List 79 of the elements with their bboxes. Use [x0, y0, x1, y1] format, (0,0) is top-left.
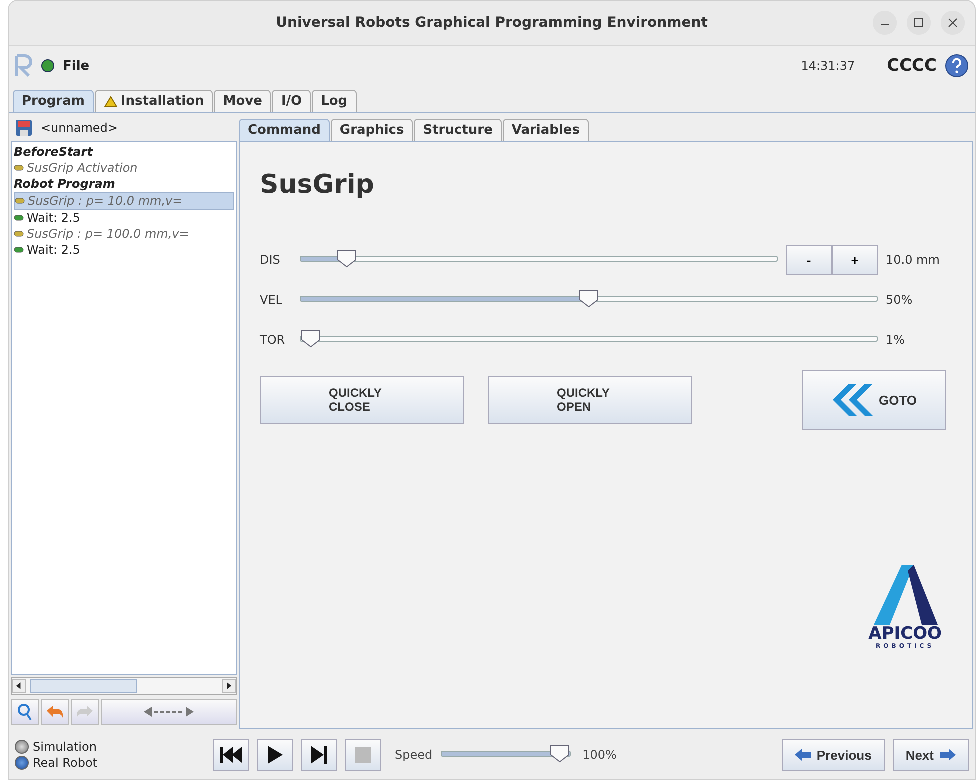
- slider-label: DIS: [260, 253, 282, 267]
- window-title: Universal Robots Graphical Programming Environment: [276, 15, 708, 31]
- node-icon: [15, 198, 25, 204]
- robot-name: CCCC: [887, 56, 937, 76]
- stop-icon: [355, 747, 371, 763]
- slider-value: 1%: [886, 333, 906, 347]
- tab[interactable]: I/O: [272, 90, 312, 112]
- right-arrow-icon: [940, 749, 956, 761]
- status-icon: [41, 59, 55, 73]
- tree-item[interactable]: SusGrip Activation: [14, 160, 234, 176]
- slider-value: 10.0 mm: [886, 253, 941, 267]
- tab[interactable]: Graphics: [330, 119, 414, 141]
- move-button[interactable]: [101, 699, 237, 725]
- double-arrow-icon: [144, 706, 194, 718]
- step-forward-icon: [310, 746, 328, 764]
- help-icon[interactable]: [945, 54, 969, 78]
- rewind-icon: [218, 747, 244, 763]
- mode-option[interactable]: Real Robot: [15, 756, 205, 770]
- tab[interactable]: Command: [239, 119, 330, 141]
- save-icon[interactable]: [15, 119, 33, 137]
- step-button[interactable]: +: [832, 245, 878, 275]
- warning-icon: [104, 96, 118, 108]
- tree-item[interactable]: SusGrip : p= 100.0 mm,v=: [14, 226, 234, 242]
- search-icon: [17, 703, 33, 721]
- node-icon: [14, 247, 24, 253]
- tree-item[interactable]: Robot Program: [14, 176, 234, 192]
- goto-button[interactable]: GOTO: [802, 370, 946, 430]
- step-button[interactable]: -: [786, 245, 832, 275]
- next-button[interactable]: Next: [892, 739, 969, 771]
- slider-thumb[interactable]: [300, 330, 322, 348]
- left-arrow-icon: [794, 749, 811, 761]
- gripper-button[interactable]: QUICKLY OPEN: [488, 376, 692, 424]
- node-icon: [14, 231, 24, 237]
- previous-button[interactable]: Previous: [782, 739, 885, 771]
- play-button[interactable]: [257, 739, 293, 771]
- slider[interactable]: [300, 330, 878, 350]
- slider-thumb[interactable]: [578, 290, 600, 308]
- slider[interactable]: [300, 290, 878, 310]
- play-icon: [267, 746, 283, 764]
- mode-option[interactable]: Simulation: [15, 740, 205, 754]
- speed-slider[interactable]: [440, 745, 571, 765]
- program-name: <unnamed>: [41, 121, 118, 135]
- tab[interactable]: Program: [13, 90, 94, 112]
- chevron-icon: [830, 382, 875, 418]
- slider-thumb[interactable]: [336, 250, 358, 268]
- speed-value: 100%: [582, 748, 617, 762]
- clock: 14:31:37: [801, 59, 856, 73]
- slider-fill: [301, 257, 340, 261]
- node-icon: [14, 215, 24, 221]
- redo-icon: [76, 705, 94, 719]
- tab[interactable]: Installation: [94, 90, 214, 112]
- tab[interactable]: Move: [214, 90, 272, 112]
- slider-thumb[interactable]: [548, 745, 571, 763]
- tree-item[interactable]: Wait: 2.5: [14, 242, 234, 258]
- search-button[interactable]: [11, 699, 39, 725]
- undo-icon: [46, 705, 64, 719]
- tree-item[interactable]: Wait: 2.5: [14, 210, 234, 226]
- slider-label: VEL: [260, 293, 284, 307]
- speed-label: Speed: [395, 748, 433, 762]
- tree-item[interactable]: BeforeStart: [14, 144, 234, 160]
- node-icon: [14, 165, 24, 171]
- undo-button[interactable]: [41, 699, 69, 725]
- logo-name: APICOO: [868, 625, 942, 643]
- scroll-right-button[interactable]: [222, 679, 236, 693]
- step-forward-button[interactable]: [301, 739, 337, 771]
- slider-value: 50%: [886, 293, 914, 307]
- file-menu[interactable]: File: [63, 58, 90, 74]
- command-title: SusGrip: [260, 170, 376, 200]
- tree-item[interactable]: SusGrip : p= 10.0 mm,v=: [14, 192, 234, 210]
- tab[interactable]: Variables: [502, 119, 589, 141]
- slider[interactable]: [300, 250, 778, 270]
- horizontal-scrollbar[interactable]: [11, 677, 237, 695]
- tab[interactable]: Log: [312, 90, 357, 112]
- gripper-button[interactable]: QUICKLY CLOSE: [260, 376, 464, 424]
- logo-icon: [15, 54, 33, 78]
- tab[interactable]: Structure: [414, 119, 502, 141]
- rewind-button[interactable]: [213, 739, 249, 771]
- slider-label: TOR: [260, 333, 286, 347]
- scroll-left-button[interactable]: [12, 679, 26, 693]
